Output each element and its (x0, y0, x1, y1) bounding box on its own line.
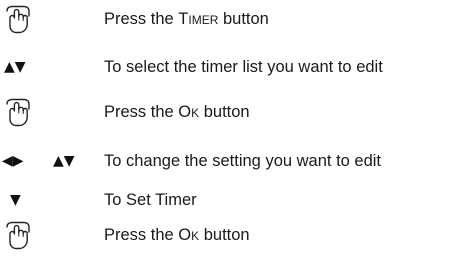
step-text: Press the Ok button (104, 226, 250, 244)
instruction-step-4: ◀▶ ▲▼ To change the setting you want to … (0, 146, 468, 176)
key-name: Ok (178, 103, 200, 121)
instruction-step-1: Press the Timer button (0, 4, 468, 34)
up-down-arrows-icon: ▲▼ (4, 59, 26, 75)
step-text: Press the Timer button (104, 10, 269, 28)
step-text: To Set Timer (104, 191, 197, 209)
instruction-step-5: ▼ To Set Timer (0, 185, 468, 215)
instruction-step-3: Press the Ok button (0, 97, 468, 127)
hand-press-icon (6, 98, 30, 127)
key-name: Timer (178, 10, 219, 28)
hand-press-icon (6, 5, 30, 34)
instruction-step-6: Press the Ok button (0, 220, 468, 250)
down-arrow-icon: ▼ (10, 192, 21, 208)
hand-press-icon (6, 221, 30, 250)
step-text: To change the setting you want to edit (104, 152, 382, 170)
step-text: To select the timer list you want to edi… (104, 58, 383, 76)
left-right-arrows-icon: ◀▶ (2, 153, 24, 169)
step-text: Press the Ok button (104, 103, 250, 121)
instruction-step-2: ▲▼ To select the timer list you want to … (0, 52, 468, 82)
key-name: Ok (178, 226, 200, 244)
up-down-arrows-icon: ▲▼ (53, 153, 75, 169)
